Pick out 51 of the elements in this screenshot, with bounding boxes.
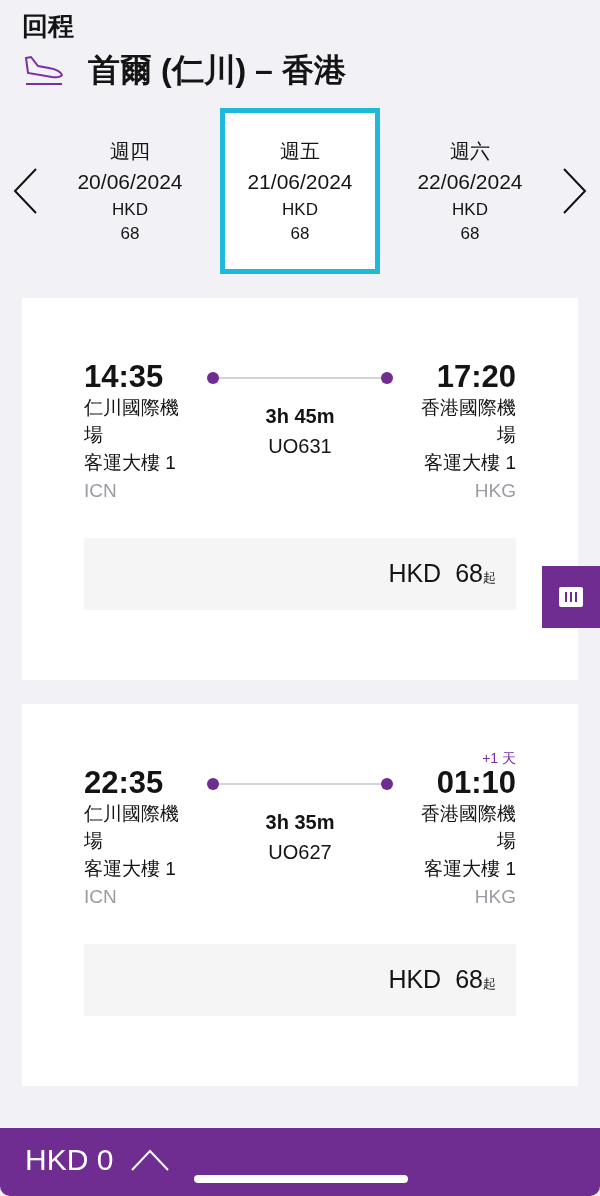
date-tab-text: 22/06/2024 — [417, 169, 523, 195]
arrival-airport: 香港國際機場 — [420, 396, 516, 447]
date-tab[interactable]: 週六 22/06/2024 HKD 68 — [390, 108, 550, 274]
total-price: HKD 0 — [25, 1142, 114, 1178]
departure-code: ICN — [84, 479, 118, 503]
landing-plane-icon — [22, 54, 66, 86]
departure-airport: 仁川國際機場 — [84, 396, 180, 447]
route-title: 首爾 (仁川) – 香港 — [88, 51, 346, 90]
departure-time: 14:35 — [84, 360, 165, 394]
date-tab-text: 週四 — [110, 139, 150, 164]
arrival-time: 17:20 — [435, 360, 516, 394]
arrival-time: 01:10 — [435, 766, 516, 800]
date-tab-text: 68 — [290, 223, 310, 245]
date-tab-text: HKD — [282, 199, 318, 221]
flight-card[interactable]: +1 天 22:35 仁川國際機場 客運大樓 1 ICN 3h 35m UO627 01:10 香港國際機場 客運大樓 1 HKG HKD 68起 — [22, 704, 578, 1086]
date-tab[interactable]: 週五 21/06/2024 HKD 68 — [220, 108, 380, 274]
fare-panel[interactable]: HKD 68起 — [84, 538, 516, 610]
date-tab-text: HKD — [452, 199, 488, 221]
fare-price: 68起 — [455, 964, 496, 996]
date-tab-text: 68 — [120, 223, 140, 245]
date-tab[interactable]: 週四 20/06/2024 HKD 68 — [50, 108, 210, 274]
date-tab-text: 21/06/2024 — [247, 169, 353, 195]
flight-number: UO631 — [268, 434, 332, 459]
flight-card[interactable]: 14:35 仁川國際機場 客運大樓 1 ICN 3h 45m UO631 17:20 香港國際機場 客運大樓 1 HKG HKD 68起 — [22, 298, 578, 680]
departure-terminal: 客運大樓 1 — [84, 857, 177, 881]
columns-icon — [559, 587, 583, 607]
departure-terminal: 客運大樓 1 — [84, 451, 177, 475]
fare-currency: HKD — [388, 558, 442, 590]
date-tab-text: HKD — [112, 199, 148, 221]
day-offset-label: +1 天 — [482, 750, 516, 766]
arrival-terminal: 客運大樓 1 — [423, 451, 516, 475]
departure-airport: 仁川國際機場 — [84, 802, 180, 853]
fare-price: 68起 — [455, 558, 496, 590]
fare-currency: HKD — [388, 964, 442, 996]
expand-caret-icon[interactable] — [131, 1149, 170, 1171]
flight-duration: 3h 35m — [265, 810, 335, 835]
section-label: 回程 — [22, 10, 75, 43]
date-tab-text: 週六 — [450, 139, 490, 164]
fare-panel[interactable]: HKD 68起 — [84, 944, 516, 1016]
date-tab-text: 68 — [460, 223, 480, 245]
date-tab-text: 20/06/2024 — [77, 169, 183, 195]
side-tab-button[interactable] — [542, 566, 600, 628]
arrival-terminal: 客運大樓 1 — [423, 857, 516, 881]
arrival-code: HKG — [473, 885, 516, 909]
arrival-code: HKG — [473, 479, 516, 503]
departure-code: ICN — [84, 885, 118, 909]
date-tab-text: 週五 — [280, 139, 320, 164]
flight-number: UO627 — [268, 840, 332, 865]
arrival-airport: 香港國際機場 — [420, 802, 516, 853]
departure-time: 22:35 — [84, 766, 165, 800]
flight-duration: 3h 45m — [265, 404, 335, 429]
